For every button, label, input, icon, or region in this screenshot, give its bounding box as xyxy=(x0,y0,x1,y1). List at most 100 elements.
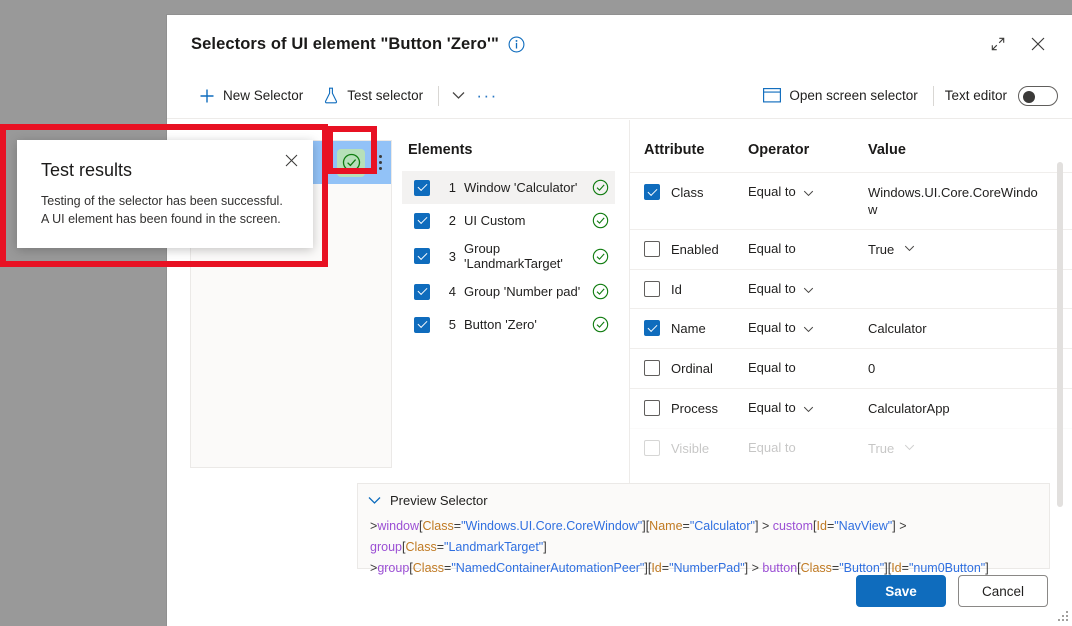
chevron-down-icon[interactable] xyxy=(904,245,915,252)
attribute-operator-cell[interactable]: Equal to xyxy=(748,184,868,199)
attribute-name: Name xyxy=(671,320,706,336)
element-checkbox-cell xyxy=(408,283,436,300)
attribute-operator-cell[interactable]: Equal to xyxy=(748,320,868,335)
selector-token-arrow: > xyxy=(895,519,907,533)
attribute-row[interactable]: Process Equal to CalculatorApp xyxy=(630,388,1072,428)
attribute-checkbox[interactable] xyxy=(644,184,660,200)
save-button[interactable]: Save xyxy=(856,575,946,607)
selector-token-punct: = xyxy=(682,519,690,533)
attribute-checkbox[interactable] xyxy=(644,320,660,336)
attribute-value-cell[interactable]: True xyxy=(868,241,1072,258)
attribute-value: True xyxy=(868,441,895,456)
attribute-value: True xyxy=(868,242,895,257)
selector-token-punct: ] xyxy=(543,540,547,554)
overflow-menu-button[interactable]: ··· xyxy=(472,81,502,111)
element-checkbox[interactable] xyxy=(414,283,430,300)
element-label: Button 'Zero' xyxy=(464,317,537,332)
attribute-operator-cell[interactable]: Equal to xyxy=(748,440,868,455)
element-label: Group 'LandmarkTarget' xyxy=(464,241,563,271)
attributes-scrollbar[interactable] xyxy=(1057,162,1063,507)
element-status xyxy=(585,212,615,229)
value-column-header: Value xyxy=(868,142,906,158)
selector-token-arrow: > xyxy=(758,519,773,533)
text-editor-toggle-group: Text editor xyxy=(939,85,1058,106)
attribute-value-cell[interactable]: Windows.UI.Core.CoreWindow xyxy=(868,184,1072,218)
attribute-row[interactable]: Id Equal to xyxy=(630,269,1072,308)
test-selector-button[interactable]: Test selector xyxy=(313,80,433,112)
attribute-checkbox[interactable] xyxy=(644,281,660,297)
attribute-name: Process xyxy=(671,400,718,416)
attribute-row[interactable]: Enabled Equal to True xyxy=(630,229,1072,269)
open-screen-selector-button[interactable]: Open screen selector xyxy=(753,80,927,112)
attribute-row[interactable]: Visible Equal to True xyxy=(630,428,1072,468)
element-list-item[interactable]: 5 Button 'Zero' xyxy=(402,308,615,341)
element-checkbox[interactable] xyxy=(414,212,430,229)
element-checkbox[interactable] xyxy=(414,316,430,333)
command-bar: New Selector Test selector ··· Open scre… xyxy=(167,73,1072,119)
attribute-value-cell[interactable]: 0 xyxy=(868,360,1072,377)
chevron-down-icon[interactable] xyxy=(904,444,915,451)
preview-selector-label: Preview Selector xyxy=(390,493,488,508)
attributes-rows: Class Equal to Windows.UI.Core.CoreWindow E… xyxy=(630,172,1072,468)
attribute-value-cell[interactable]: True xyxy=(868,440,1072,457)
attribute-checkbox[interactable] xyxy=(644,241,660,257)
expand-icon[interactable] xyxy=(978,26,1018,62)
attribute-name-cell: Class xyxy=(644,184,748,200)
element-index: 1 xyxy=(448,180,456,195)
elements-title: Elements xyxy=(408,142,473,158)
open-screen-selector-label: Open screen selector xyxy=(789,88,918,103)
attribute-name: Id xyxy=(671,281,682,297)
attribute-checkbox[interactable] xyxy=(644,400,660,416)
element-checkbox[interactable] xyxy=(414,248,430,264)
selectors-dialog: Selectors of UI element "Button 'Zero'" xyxy=(167,15,1072,626)
selector-token-val: "LandmarkTarget" xyxy=(444,540,544,554)
chevron-down-icon[interactable] xyxy=(803,326,814,333)
element-list-item[interactable]: 4 Group 'Number pad' xyxy=(402,275,615,308)
element-list-item[interactable]: 2 UI Custom xyxy=(402,204,615,237)
preview-selector-toggle[interactable]: Preview Selector xyxy=(368,493,1035,508)
attribute-value: Calculator xyxy=(868,321,927,336)
selector-test-status-button[interactable] xyxy=(333,141,369,184)
attribute-name-cell: Process xyxy=(644,400,748,416)
attribute-operator: Equal to xyxy=(748,360,796,375)
test-selector-chevron-down-icon[interactable] xyxy=(444,81,472,111)
element-status xyxy=(585,179,615,196)
element-checkbox[interactable] xyxy=(414,179,430,196)
attribute-operator-cell[interactable]: Equal to xyxy=(748,281,868,296)
resize-grip[interactable] xyxy=(1056,610,1069,623)
close-icon[interactable] xyxy=(281,150,301,170)
attribute-name: Visible xyxy=(671,440,710,456)
selector-token-el: custom xyxy=(772,519,814,533)
cancel-button[interactable]: Cancel xyxy=(958,575,1048,607)
command-divider-2 xyxy=(932,85,934,106)
attributes-header-row: Attribute Operator Value xyxy=(630,142,1072,172)
attribute-operator-cell[interactable]: Equal to xyxy=(748,241,868,256)
dialog-titlebar: Selectors of UI element "Button 'Zero'" xyxy=(167,15,1072,73)
element-list-item[interactable]: 3 Group 'LandmarkTarget' xyxy=(402,237,615,275)
attribute-operator-cell[interactable]: Equal to xyxy=(748,400,868,415)
attribute-operator-cell[interactable]: Equal to xyxy=(748,360,868,375)
attribute-row[interactable]: Ordinal Equal to 0 xyxy=(630,348,1072,388)
attribute-value-cell[interactable]: CalculatorApp xyxy=(868,400,1072,417)
close-icon[interactable] xyxy=(1018,26,1058,62)
chevron-down-icon[interactable] xyxy=(803,406,814,413)
attribute-operator: Equal to xyxy=(748,320,796,335)
more-vertical-icon[interactable] xyxy=(369,141,391,184)
selector-token-val: "Windows.UI.Core.CoreWindow" xyxy=(461,519,643,533)
element-label: Window 'Calculator' xyxy=(464,180,578,195)
attribute-value-cell[interactable]: Calculator xyxy=(868,320,1072,337)
new-selector-button[interactable]: New Selector xyxy=(189,80,313,112)
chevron-down-icon[interactable] xyxy=(803,287,814,294)
selector-token-val: "NavView" xyxy=(834,519,893,533)
attribute-operator: Equal to xyxy=(748,281,796,296)
selector-token-punct: = xyxy=(453,519,462,533)
attribute-checkbox[interactable] xyxy=(644,360,660,376)
attribute-row[interactable]: Class Equal to Windows.UI.Core.CoreWindow xyxy=(630,172,1072,229)
operator-column-header: Operator xyxy=(748,142,810,158)
info-icon[interactable] xyxy=(508,36,525,53)
text-editor-toggle[interactable] xyxy=(1018,85,1058,106)
chevron-down-icon[interactable] xyxy=(803,190,814,197)
attribute-checkbox[interactable] xyxy=(644,440,660,456)
attribute-row[interactable]: Name Equal to Calculator xyxy=(630,308,1072,348)
element-list-item[interactable]: 1 Window 'Calculator' xyxy=(402,171,615,204)
